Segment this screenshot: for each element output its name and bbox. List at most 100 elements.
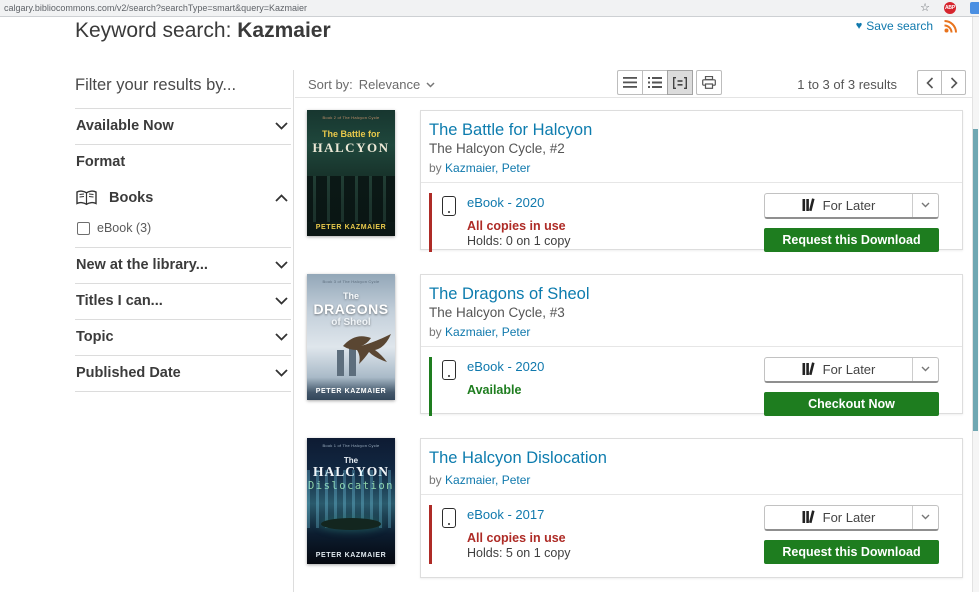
book-byline: by Kazmaier, Peter [429, 473, 946, 487]
filter-sidebar: Filter your results by... Available Now … [75, 70, 291, 392]
page-title: Keyword search: Kazmaier [75, 19, 331, 43]
ebook-device-icon [442, 360, 456, 380]
holds-info: Holds: 5 on 1 copy [467, 546, 571, 560]
detail-view-button[interactable] [642, 70, 668, 95]
save-search-label: Save search [866, 19, 933, 33]
format-link[interactable]: eBook - 2020 [467, 195, 571, 210]
cover-title: HALCYON [307, 140, 395, 156]
filter-option-ebook[interactable]: eBook (3) [75, 214, 291, 247]
book-cover[interactable]: Book 2 of The Halcyon Cycle The Battle f… [307, 110, 395, 236]
list-view-button[interactable] [617, 70, 643, 95]
shelf-dropdown-toggle[interactable] [912, 358, 938, 381]
next-page-button[interactable] [941, 70, 966, 95]
shelf-dropdown-toggle[interactable] [912, 506, 938, 529]
print-button[interactable] [696, 70, 722, 95]
ebook-checkbox[interactable] [77, 222, 90, 235]
open-book-icon [76, 190, 97, 206]
filter-topic[interactable]: Topic [75, 319, 291, 355]
result-card: The Halcyon Dislocation by Kazmaier, Pet… [420, 438, 963, 578]
book-byline: by Kazmaier, Peter [429, 161, 946, 175]
author-link[interactable]: Kazmaier, Peter [445, 325, 530, 339]
results-count: 1 to 3 of 3 results [797, 77, 897, 92]
extension-icon[interactable] [970, 2, 979, 14]
filter-available-now[interactable]: Available Now [75, 108, 291, 144]
filter-label: Published Date [76, 365, 181, 381]
bookshelf-icon [802, 362, 816, 376]
for-later-button[interactable]: For Later [764, 505, 939, 531]
availability-block: eBook - 2020 Available [429, 357, 544, 416]
divider [293, 70, 294, 592]
printer-icon [702, 76, 716, 89]
cover-tagline: Book 3 of The Halcyon Cycle [307, 279, 395, 284]
sort-dropdown[interactable]: Sort by: Relevance [308, 77, 435, 92]
chevron-left-icon [926, 77, 934, 89]
rss-feed-button[interactable] [944, 20, 957, 38]
shelf-dropdown-toggle[interactable] [912, 194, 938, 217]
filter-group-books[interactable]: Books [75, 180, 291, 214]
for-later-label: For Later [823, 510, 876, 525]
filter-label: Available Now [76, 118, 174, 134]
format-link[interactable]: eBook - 2017 [467, 507, 571, 522]
book-title-link[interactable]: The Dragons of Sheol [429, 285, 946, 304]
previous-page-button[interactable] [917, 70, 942, 95]
filter-label: Format [76, 154, 125, 170]
for-later-label: For Later [823, 198, 876, 213]
availability-status: All copies in use [467, 531, 571, 545]
format-link[interactable]: eBook - 2020 [467, 359, 544, 374]
cover-author: PETER KAZMAIER [307, 224, 395, 231]
cover-title: DRAGONS [307, 301, 395, 317]
cover-tagline: Book 1 of The Halcyon Cycle [307, 443, 395, 448]
cover-title: of Sheol [307, 317, 395, 328]
cover-tagline: Book 2 of The Halcyon Cycle [307, 115, 395, 120]
sort-value: Relevance [359, 77, 420, 92]
cover-title: Dislocation [307, 480, 395, 492]
scrollbar-thumb[interactable] [973, 129, 978, 431]
book-cover[interactable]: Book 1 of The Halcyon Cycle The HALCYON … [307, 438, 395, 564]
chevron-down-icon [275, 333, 288, 341]
sort-label: Sort by: [308, 77, 353, 92]
book-title-link[interactable]: The Battle for Halcyon [429, 121, 946, 140]
bookshelf-icon [802, 198, 816, 212]
for-later-button[interactable]: For Later [764, 193, 939, 219]
pagination [917, 70, 966, 95]
results-toolbar: Sort by: Relevance [295, 68, 975, 98]
url-text[interactable]: calgary.bibliocommons.com/v2/search?sear… [4, 3, 920, 13]
filter-published-date[interactable]: Published Date [75, 355, 291, 391]
scrollbar-track[interactable] [972, 17, 979, 592]
book-title-link[interactable]: The Halcyon Dislocation [429, 449, 946, 468]
availability-status: All copies in use [467, 219, 571, 233]
browser-url-bar[interactable]: calgary.bibliocommons.com/v2/search?sear… [0, 0, 979, 17]
cover-author: PETER KAZMAIER [307, 388, 395, 395]
bookshelf-icon [802, 510, 816, 524]
chevron-down-icon [275, 122, 288, 130]
save-search-link[interactable]: ♥ Save search [856, 19, 933, 33]
author-link[interactable]: Kazmaier, Peter [445, 473, 530, 487]
cover-art [321, 518, 381, 530]
filter-label: Topic [76, 329, 114, 345]
filter-titles-i-can[interactable]: Titles I can... [75, 283, 291, 319]
chevron-up-icon [275, 194, 288, 202]
filter-new-at-library[interactable]: New at the library... [75, 247, 291, 283]
bookmark-star-icon[interactable]: ☆ [920, 3, 930, 14]
view-toggle-group [617, 70, 722, 95]
for-later-label: For Later [823, 362, 876, 377]
cover-view-button[interactable] [667, 70, 693, 95]
chevron-down-icon [275, 261, 288, 269]
request-download-button[interactable]: Request this Download [764, 228, 939, 252]
request-download-button[interactable]: Request this Download [764, 540, 939, 564]
adblock-extension-icon[interactable]: ABP [944, 2, 956, 14]
chevron-down-icon [921, 366, 930, 372]
chevron-down-icon [275, 369, 288, 377]
divider [295, 97, 973, 98]
checkout-now-button[interactable]: Checkout Now [764, 392, 939, 416]
cover-author: PETER KAZMAIER [307, 552, 395, 559]
for-later-button[interactable]: For Later [764, 357, 939, 383]
filter-label: Books [109, 190, 153, 206]
book-cover[interactable]: Book 3 of The Halcyon Cycle The DRAGONS … [307, 274, 395, 400]
book-byline: by Kazmaier, Peter [429, 325, 946, 339]
chevron-right-icon [950, 77, 958, 89]
filter-format-heading: Format [75, 144, 291, 180]
author-link[interactable]: Kazmaier, Peter [445, 161, 530, 175]
list-view-icon [623, 77, 637, 88]
heart-icon: ♥ [856, 20, 863, 32]
